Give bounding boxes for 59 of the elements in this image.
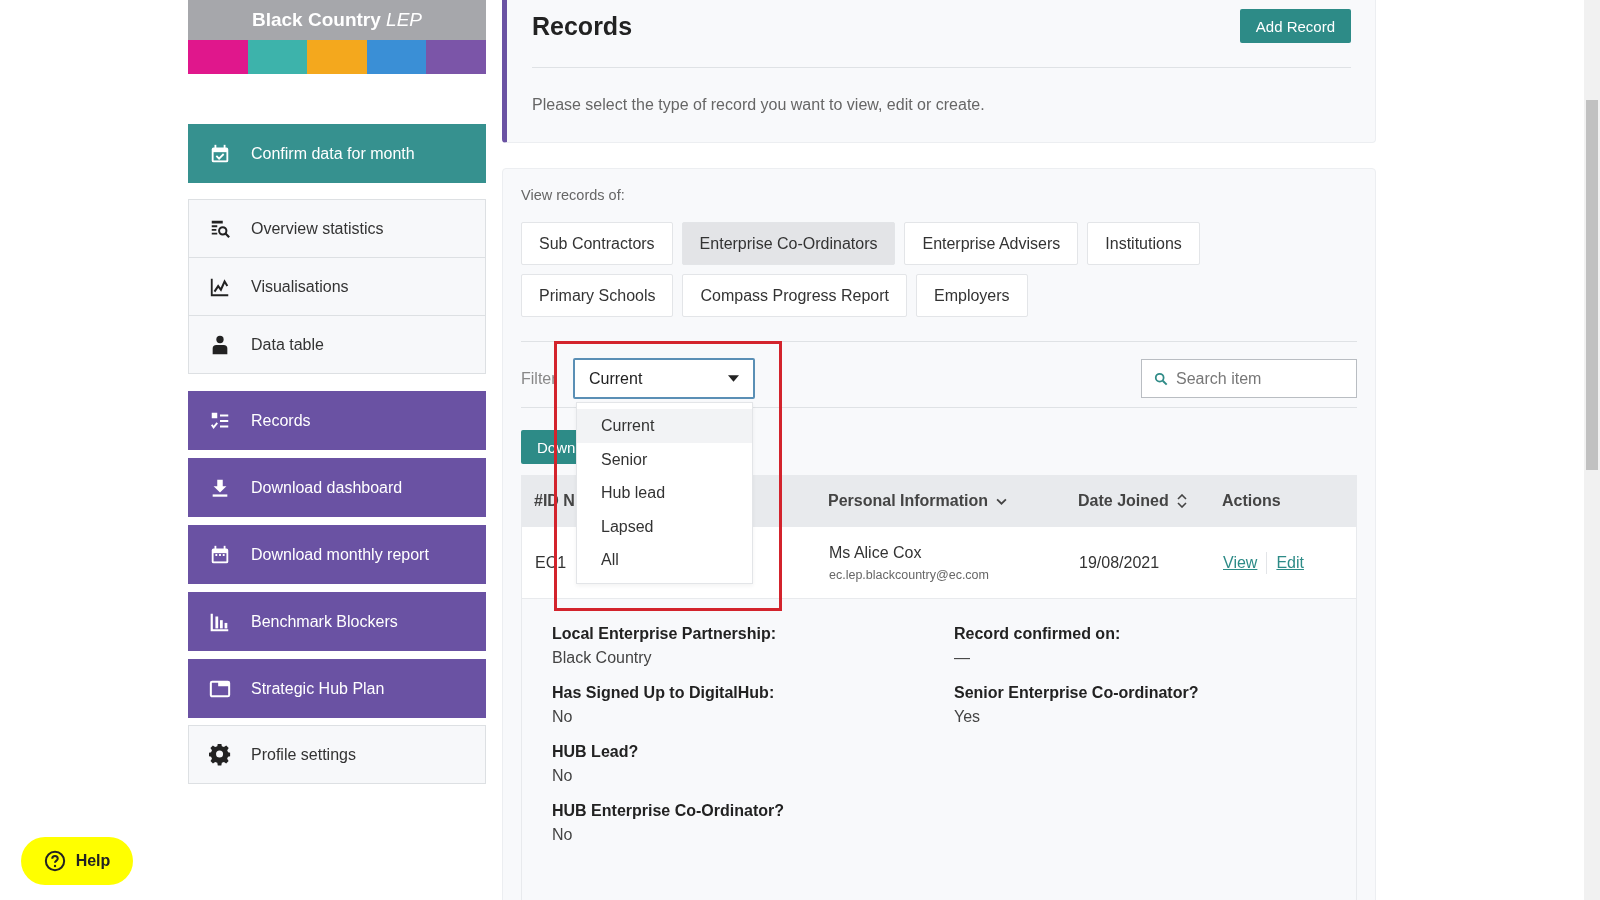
chevron-down-icon: [996, 497, 1008, 505]
record-type-tab[interactable]: Employers: [916, 274, 1028, 317]
column-header[interactable]: Actions: [1222, 492, 1281, 510]
filter-dropdown[interactable]: Current: [573, 358, 755, 399]
detail-value: Black Country: [552, 649, 653, 667]
add-record-button[interactable]: Add Record: [1239, 9, 1351, 43]
sidebar-item[interactable]: Download monthly report: [188, 525, 486, 584]
sidebar-item[interactable]: Data table: [188, 315, 486, 374]
sidebar-item[interactable]: Records: [188, 391, 486, 450]
detail-value: No: [552, 767, 574, 785]
scrollbar[interactable]: [1584, 0, 1600, 900]
record-type-tab[interactable]: Institutions: [1087, 222, 1200, 265]
column-header[interactable]: Personal Information: [828, 492, 989, 510]
detail-label: HUB Lead?: [552, 743, 640, 761]
record-type-tab[interactable]: Compass Progress Report: [682, 274, 907, 317]
record-type-tab[interactable]: Primary Schools: [521, 274, 674, 317]
record-type-tab[interactable]: Sub Contractors: [521, 222, 673, 265]
dropdown-option[interactable]: Current: [577, 409, 752, 443]
view-records-label: View records of:: [521, 187, 626, 203]
column-header[interactable]: Date Joined: [1078, 492, 1169, 510]
search-icon: [1154, 372, 1168, 386]
sidebar-item[interactable]: Download dashboard: [188, 458, 486, 517]
filter-label: Filter: [521, 369, 558, 388]
settings-icon: [209, 743, 231, 766]
description-text: Please select the type of record you want to view, edit or create.: [532, 96, 986, 114]
table-cell: 19/08/2021: [1079, 553, 1160, 571]
help-button[interactable]: Help: [21, 837, 133, 885]
help-icon: [43, 850, 66, 872]
calendar-icon: [209, 543, 231, 566]
action-link[interactable]: Edit: [1276, 553, 1304, 572]
detail-label: Local Enterprise Partnership:: [552, 625, 778, 643]
sidebar-item[interactable]: Visualisations: [188, 257, 486, 316]
person-email: ec.lep.blackcountry@ec.com: [829, 567, 990, 582]
sidebar-item[interactable]: Confirm data for month: [188, 124, 486, 183]
sidebar-item[interactable]: Strategic Hub Plan: [188, 659, 486, 718]
dropdown-option[interactable]: Hub lead: [577, 476, 752, 510]
caret-icon: [728, 375, 739, 382]
record-type-tab[interactable]: Enterprise Co-Ordinators: [681, 222, 896, 265]
detail-label: Senior Enterprise Co-ordinator?: [954, 684, 1200, 702]
logo-text: Black Country LEP: [252, 9, 422, 31]
detail-label: Has Signed Up to DigitalHub:: [552, 684, 776, 702]
sidebar-item[interactable]: Overview statistics: [188, 199, 486, 258]
record-type-tab[interactable]: Enterprise Advisers: [904, 222, 1079, 265]
scrollbar-thumb[interactable]: [1586, 100, 1598, 470]
sidebar-item[interactable]: Profile settings: [188, 725, 486, 784]
dropdown-option[interactable]: All: [577, 543, 752, 577]
detail-label: Record confirmed on:: [954, 625, 1122, 643]
calendar-check-icon: [209, 142, 231, 165]
detail-value: No: [552, 708, 574, 726]
detail-value: —: [954, 649, 971, 667]
sidebar-item[interactable]: Benchmark Blockers: [188, 592, 486, 651]
page-title: Records: [532, 11, 633, 41]
search-field[interactable]: Search item: [1141, 359, 1357, 398]
action-link[interactable]: View: [1223, 553, 1258, 572]
detail-label: HUB Enterprise Co-Ordinator?: [552, 802, 785, 820]
detail-value: Yes: [954, 708, 982, 726]
person-name: Ms Alice Cox: [829, 543, 923, 562]
sort-icon: [1176, 494, 1187, 508]
detail-value: No: [552, 826, 574, 844]
